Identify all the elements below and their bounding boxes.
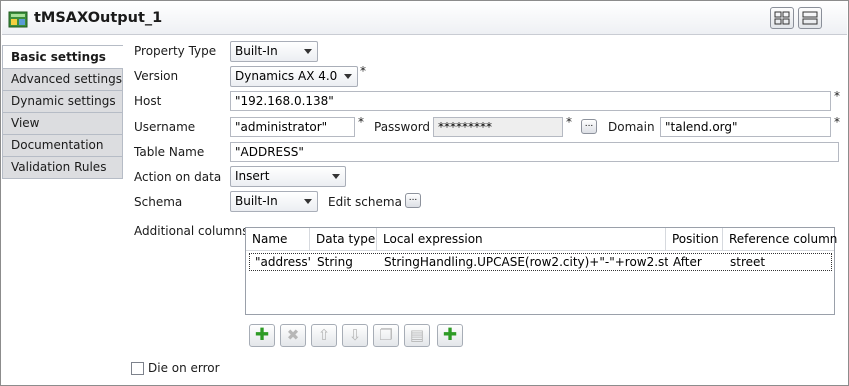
window-title: tMSAXOutput_1 bbox=[34, 10, 163, 26]
table-name-label: Table Name bbox=[134, 145, 205, 159]
table-row[interactable]: "address" String StringHandling.UPCASE(r… bbox=[249, 253, 832, 271]
password-label: Password bbox=[374, 120, 431, 134]
split-view-icon bbox=[802, 11, 818, 25]
version-label: Version bbox=[134, 69, 179, 83]
settings-sidebar: Basic settings Advanced settings Dynamic… bbox=[2, 45, 123, 179]
import-icon: ✚ bbox=[442, 325, 458, 345]
required-marker: * bbox=[358, 115, 364, 129]
action-on-data-label: Action on data bbox=[134, 170, 222, 184]
host-input[interactable]: "192.168.0.138" bbox=[230, 91, 831, 111]
copy-icon: ❐ bbox=[379, 326, 393, 344]
edit-schema-label: Edit schema bbox=[328, 195, 402, 209]
password-input[interactable]: ********* bbox=[433, 117, 563, 137]
password-edit-button[interactable]: ... bbox=[581, 119, 597, 134]
copy-button[interactable]: ❐ bbox=[373, 324, 399, 347]
version-value: Dynamics AX 4.0 bbox=[235, 69, 338, 83]
username-label: Username bbox=[134, 120, 196, 134]
required-marker: * bbox=[834, 115, 840, 129]
required-marker: * bbox=[834, 89, 840, 103]
split-view-button[interactable] bbox=[798, 7, 822, 29]
sidebar-item-advanced-settings[interactable]: Advanced settings bbox=[2, 69, 123, 91]
sidebar-item-view[interactable]: View bbox=[2, 113, 123, 135]
cell-position[interactable]: After bbox=[669, 254, 725, 270]
add-icon: ✚ bbox=[254, 325, 270, 345]
chevron-down-icon bbox=[304, 49, 312, 54]
title-bar: tMSAXOutput_1 bbox=[2, 2, 847, 35]
chevron-down-icon bbox=[332, 174, 340, 179]
version-select[interactable]: Dynamics AX 4.0 bbox=[230, 66, 358, 87]
delete-icon: ✖ bbox=[286, 326, 300, 344]
column-header-data-type[interactable]: Data type bbox=[310, 228, 377, 251]
cell-name[interactable]: "address" bbox=[251, 254, 311, 270]
grid-view-icon bbox=[774, 11, 790, 25]
paste-button[interactable]: ▤ bbox=[404, 324, 430, 347]
column-header-reference-column[interactable]: Reference column bbox=[723, 228, 837, 251]
component-icon bbox=[8, 11, 28, 28]
host-label: Host bbox=[134, 94, 162, 108]
move-down-button[interactable]: ⇩ bbox=[342, 324, 368, 347]
grid-view-button[interactable] bbox=[770, 7, 794, 29]
property-type-value: Built-In bbox=[235, 44, 278, 58]
column-header-local-expression[interactable]: Local expression bbox=[377, 228, 666, 251]
component-settings-panel: tMSAXOutput_1 Basic settings Advanced se… bbox=[0, 0, 849, 386]
domain-label: Domain bbox=[608, 120, 655, 134]
additional-columns-label: Additional columns bbox=[134, 224, 249, 238]
import-button[interactable]: ✚ bbox=[437, 324, 463, 347]
property-type-select[interactable]: Built-In bbox=[230, 41, 318, 62]
chevron-down-icon bbox=[304, 199, 312, 204]
schema-label: Schema bbox=[134, 195, 183, 209]
delete-row-button[interactable]: ✖ bbox=[280, 324, 306, 347]
schema-select[interactable]: Built-In bbox=[230, 191, 318, 212]
required-marker: * bbox=[566, 115, 572, 129]
add-row-button[interactable]: ✚ bbox=[249, 324, 275, 347]
sidebar-item-basic-settings[interactable]: Basic settings bbox=[2, 45, 123, 69]
cell-data-type[interactable]: String bbox=[313, 254, 379, 270]
sidebar-item-validation-rules[interactable]: Validation Rules bbox=[2, 157, 123, 179]
cell-reference-column[interactable]: street bbox=[726, 254, 831, 270]
domain-input[interactable]: "talend.org" bbox=[660, 117, 831, 137]
edit-schema-button[interactable]: ... bbox=[405, 193, 421, 208]
move-down-icon: ⇩ bbox=[348, 326, 362, 344]
move-up-icon: ⇧ bbox=[317, 326, 331, 344]
move-up-button[interactable]: ⇧ bbox=[311, 324, 337, 347]
die-on-error-label: Die on error bbox=[148, 361, 220, 375]
column-header-position[interactable]: Position bbox=[666, 228, 723, 251]
additional-columns-table[interactable]: Name Data type Local expression Position… bbox=[245, 227, 837, 315]
action-on-data-value: Insert bbox=[235, 169, 270, 183]
column-header-name[interactable]: Name bbox=[246, 228, 310, 251]
schema-value: Built-In bbox=[235, 194, 278, 208]
action-on-data-select[interactable]: Insert bbox=[230, 166, 346, 187]
required-marker: * bbox=[360, 64, 366, 78]
table-name-input[interactable]: "ADDRESS" bbox=[230, 142, 839, 162]
paste-icon: ▤ bbox=[409, 326, 425, 344]
sidebar-item-documentation[interactable]: Documentation bbox=[2, 135, 123, 157]
username-input[interactable]: "administrator" bbox=[230, 117, 355, 137]
chevron-down-icon bbox=[344, 74, 352, 79]
sidebar-item-dynamic-settings[interactable]: Dynamic settings bbox=[2, 91, 123, 113]
cell-local-expression[interactable]: StringHandling.UPCASE(row2.city)+"-"+row… bbox=[380, 254, 668, 270]
property-type-label: Property Type bbox=[134, 44, 217, 58]
die-on-error-checkbox[interactable] bbox=[131, 362, 144, 375]
